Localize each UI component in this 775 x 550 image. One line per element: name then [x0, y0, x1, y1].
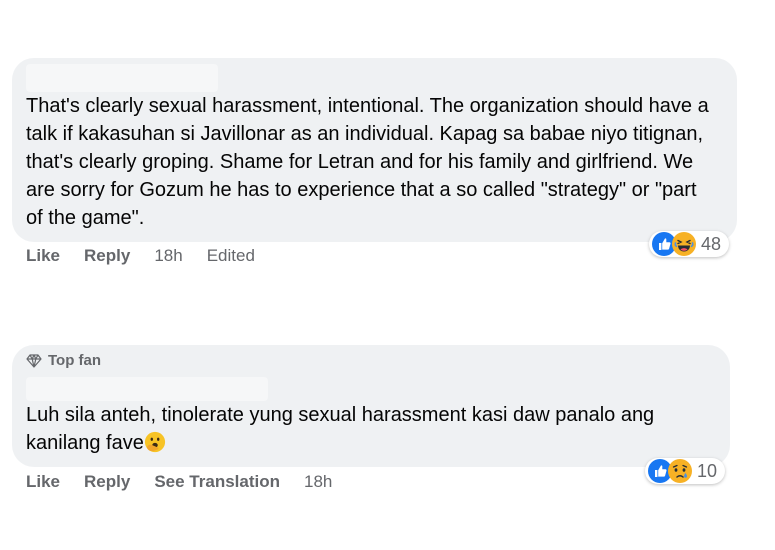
comment-2: Top fan Luh sila anteh, tinolerate yung … [12, 345, 732, 505]
comment-1: That's clearly sexual harassment, intent… [12, 58, 737, 278]
commenter-name-redacted[interactable] [26, 377, 268, 401]
commenter-name-redacted[interactable] [26, 64, 218, 92]
diamond-icon [26, 353, 42, 368]
comment-bubble: That's clearly sexual harassment, intent… [12, 58, 737, 242]
reaction-count: 48 [701, 233, 722, 254]
reply-button[interactable]: Reply [84, 472, 130, 492]
top-fan-label: Top fan [48, 352, 102, 369]
reply-button[interactable]: Reply [84, 246, 130, 266]
see-translation-button[interactable]: See Translation [154, 472, 280, 492]
comment-actions: Like Reply See Translation 18h [26, 472, 356, 492]
reaction-count: 10 [697, 460, 718, 481]
timestamp[interactable]: 18h [154, 246, 182, 266]
comment-text: That's clearly sexual harassment, intent… [26, 95, 715, 229]
reaction-summary[interactable]: 48 [649, 231, 730, 257]
top-fan-badge: Top fan [26, 352, 101, 369]
haha-reaction-icon [672, 232, 696, 256]
reaction-summary[interactable]: 10 [645, 458, 726, 484]
comment-text: Luh sila anteh, tinolerate yung sexual h… [26, 404, 660, 454]
face-with-hand-over-mouth-emoji [144, 431, 165, 453]
like-button[interactable]: Like [26, 472, 60, 492]
comment-actions: Like Reply 18h Edited [26, 246, 279, 266]
sad-reaction-icon [668, 459, 692, 483]
comment-bubble: Top fan Luh sila anteh, tinolerate yung … [12, 345, 730, 467]
comment-text-wrapper: Luh sila anteh, tinolerate yung sexual h… [26, 401, 716, 457]
like-button[interactable]: Like [26, 246, 60, 266]
comments-page: That's clearly sexual harassment, intent… [0, 0, 775, 550]
timestamp[interactable]: 18h [304, 472, 332, 492]
edited-label[interactable]: Edited [207, 246, 255, 266]
